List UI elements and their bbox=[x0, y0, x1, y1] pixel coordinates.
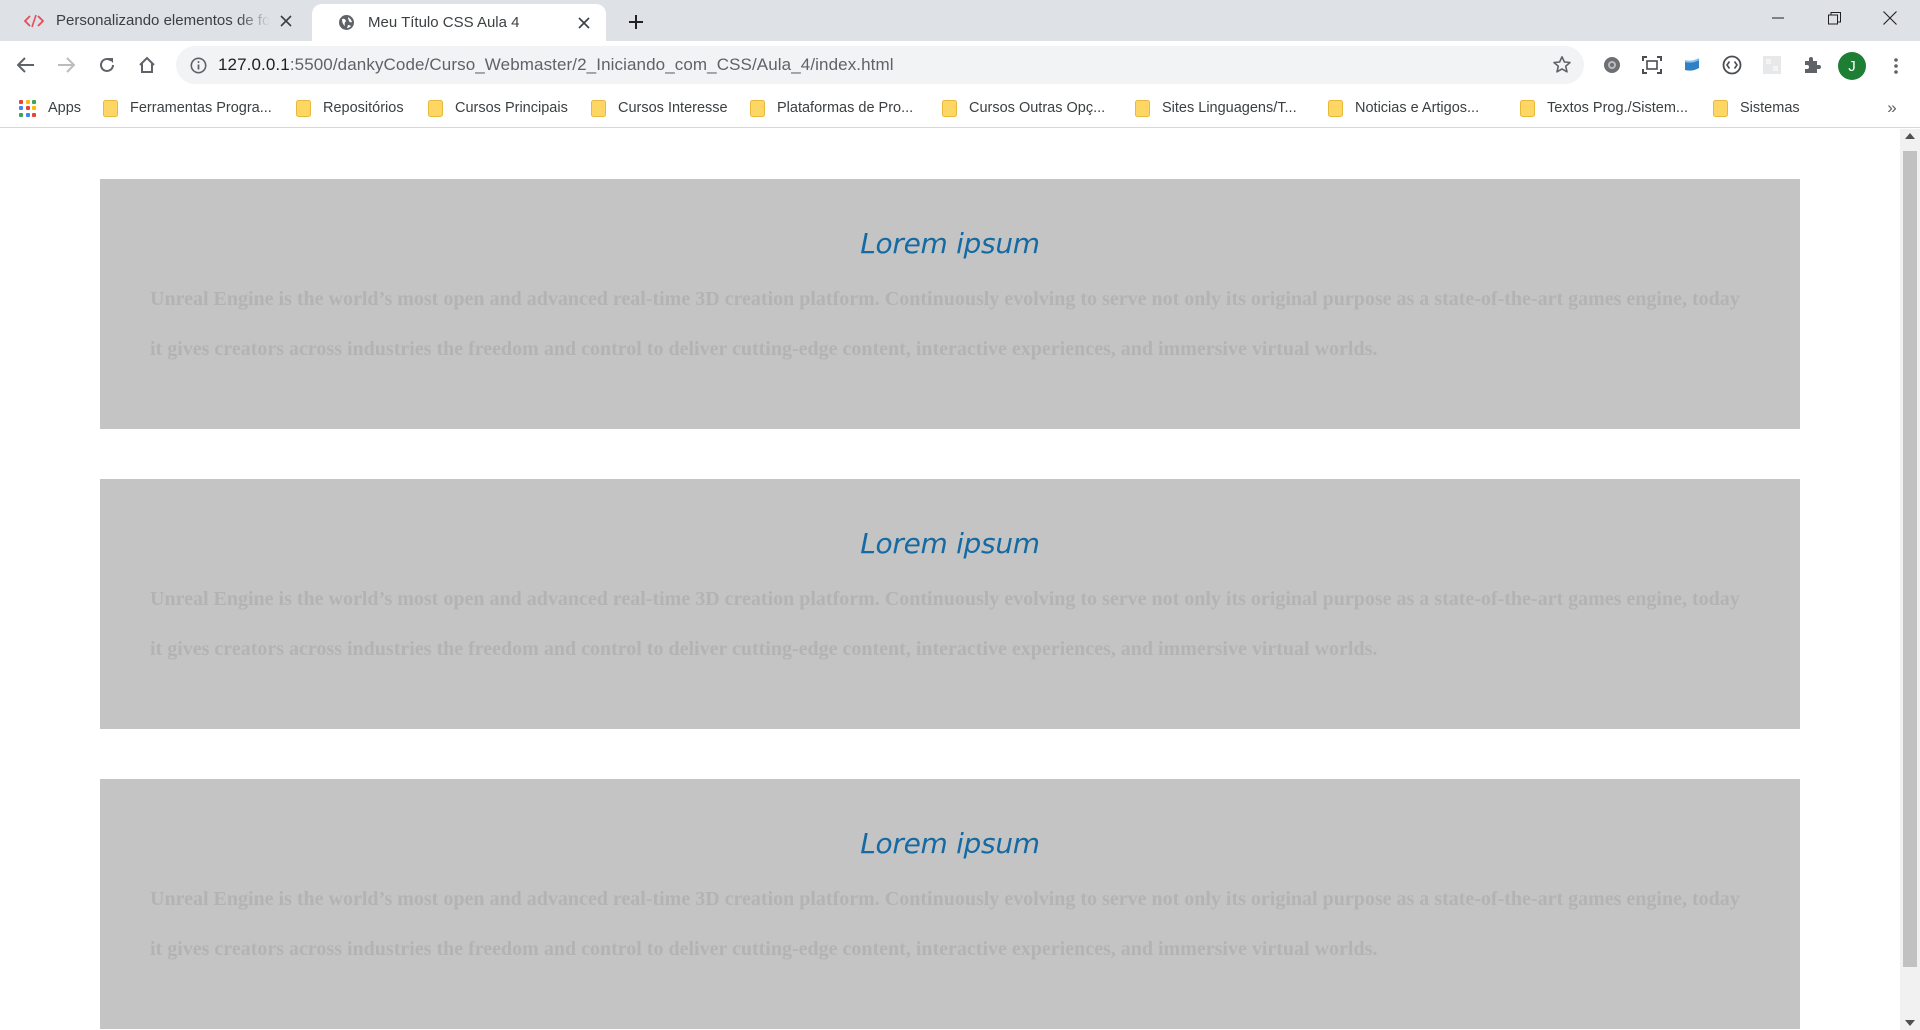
blank-extension-icon[interactable] bbox=[1760, 53, 1784, 77]
bookmark-label: Plataformas de Pro... bbox=[777, 100, 914, 116]
kebab-menu-icon bbox=[1894, 58, 1898, 74]
minimize-icon bbox=[1772, 17, 1784, 19]
browser-toolbar: 127.0.0.1:5500/dankyCode/Curso_Webmaster… bbox=[0, 41, 1920, 88]
folder-icon bbox=[750, 99, 765, 117]
bookmark-apps[interactable]: Apps bbox=[19, 96, 81, 120]
profile-avatar[interactable]: J bbox=[1838, 52, 1866, 80]
apps-grid-icon bbox=[19, 99, 36, 117]
code-icon bbox=[24, 11, 44, 31]
tab-meu-titulo[interactable]: Meu Título CSS Aula 4 bbox=[312, 4, 606, 41]
bookmark-folder[interactable]: Sistemas bbox=[1713, 96, 1800, 120]
bookmark-label: Ferramentas Progra... bbox=[130, 100, 272, 116]
bookmark-folder[interactable]: Plataformas de Pro... bbox=[750, 96, 913, 120]
content-section: Lorem ipsum Unreal Engine is the world’s… bbox=[100, 179, 1800, 429]
bookmark-folder[interactable]: Cursos Interesse bbox=[591, 96, 728, 120]
folder-icon bbox=[103, 99, 118, 117]
url-path: :5500/dankyCode/Curso_Webmaster/2_Inicia… bbox=[289, 55, 894, 74]
section-paragraph: Unreal Engine is the world’s most open a… bbox=[150, 288, 1740, 360]
arrow-left-icon bbox=[17, 57, 34, 73]
bookmark-folder[interactable]: Cursos Principais bbox=[428, 96, 568, 120]
menu-button[interactable] bbox=[1882, 52, 1910, 80]
reload-button[interactable] bbox=[91, 49, 123, 81]
folder-icon bbox=[591, 99, 606, 117]
minimize-button[interactable] bbox=[1750, 0, 1806, 36]
bookmark-label: Noticias e Artigos... bbox=[1355, 100, 1480, 116]
bookmark-label: Apps bbox=[48, 100, 82, 116]
section-paragraph: Unreal Engine is the world’s most open a… bbox=[150, 888, 1740, 960]
address-bar[interactable]: 127.0.0.1:5500/dankyCode/Curso_Webmaster… bbox=[176, 46, 1584, 84]
code-extension-icon[interactable] bbox=[1720, 53, 1744, 77]
bookmark-folder[interactable]: Ferramentas Progra... bbox=[103, 96, 272, 120]
bookmark-label: Cursos Principais bbox=[455, 100, 568, 116]
bookmark-label: Cursos Outras Opç... bbox=[969, 100, 1106, 116]
tab-personalizando[interactable]: Personalizando elementos de for bbox=[0, 0, 308, 41]
browser-extension-icon[interactable] bbox=[1680, 53, 1704, 77]
home-icon bbox=[139, 56, 155, 73]
url-text: 127.0.0.1:5500/dankyCode/Curso_Webmaster… bbox=[218, 55, 894, 75]
url-host: 127.0.0.1 bbox=[218, 55, 290, 74]
bookmark-folder[interactable]: Cursos Outras Opç... bbox=[942, 96, 1105, 120]
bookmarks-bar: Apps Ferramentas Progra... Repositórios … bbox=[0, 88, 1920, 128]
page-viewport: Lorem ipsum Unreal Engine is the world’s… bbox=[0, 129, 1920, 1030]
scroll-up-arrow-icon[interactable] bbox=[1905, 133, 1915, 139]
restore-icon bbox=[1827, 11, 1841, 24]
bookmark-star-icon[interactable] bbox=[1552, 55, 1572, 75]
reload-icon bbox=[100, 57, 114, 72]
bookmark-folder[interactable]: Noticias e Artigos... bbox=[1328, 96, 1479, 120]
tab-title: Meu Título CSS Aula 4 bbox=[368, 14, 520, 31]
settings-extension-icon[interactable] bbox=[1600, 53, 1624, 77]
forward-button[interactable] bbox=[50, 49, 82, 81]
content-section: Lorem ipsum Unreal Engine is the world’s… bbox=[100, 479, 1800, 729]
folder-icon bbox=[1713, 99, 1728, 117]
section-heading: Lorem ipsum bbox=[860, 827, 1040, 860]
folder-icon bbox=[1135, 99, 1150, 117]
home-button[interactable] bbox=[131, 49, 163, 81]
screenshot-extension-icon[interactable] bbox=[1640, 53, 1664, 77]
puzzle-icon[interactable] bbox=[1800, 53, 1824, 77]
folder-icon bbox=[942, 99, 957, 117]
globe-icon bbox=[336, 13, 356, 33]
tab-strip: Personalizando elementos de for Meu Títu… bbox=[0, 0, 1920, 41]
plus-icon bbox=[629, 15, 643, 29]
section-heading: Lorem ipsum bbox=[860, 227, 1040, 260]
folder-icon bbox=[428, 99, 443, 117]
bookmark-folder[interactable]: Sites Linguagens/T... bbox=[1135, 96, 1297, 120]
bookmark-folder[interactable]: Textos Prog./Sistem... bbox=[1520, 96, 1688, 120]
close-icon[interactable] bbox=[276, 11, 296, 31]
bookmarks-overflow-button[interactable]: » bbox=[1880, 96, 1904, 120]
section-heading: Lorem ipsum bbox=[860, 527, 1040, 560]
content-section: Lorem ipsum Unreal Engine is the world’s… bbox=[100, 779, 1800, 1029]
bookmark-label: Sites Linguagens/T... bbox=[1162, 100, 1297, 116]
bookmark-folder[interactable]: Repositórios bbox=[296, 96, 404, 120]
info-icon[interactable] bbox=[188, 55, 208, 75]
bookmark-label: Cursos Interesse bbox=[618, 100, 728, 116]
bookmark-label: Textos Prog./Sistem... bbox=[1547, 100, 1689, 116]
folder-icon bbox=[296, 99, 311, 117]
close-icon bbox=[1883, 11, 1897, 25]
close-window-button[interactable] bbox=[1862, 0, 1918, 36]
tab-title: Personalizando elementos de for bbox=[56, 12, 270, 29]
restore-button[interactable] bbox=[1806, 0, 1862, 36]
section-paragraph: Unreal Engine is the world’s most open a… bbox=[150, 588, 1740, 660]
bookmark-label: Repositórios bbox=[323, 100, 404, 116]
back-button[interactable] bbox=[10, 49, 42, 81]
scroll-down-arrow-icon[interactable] bbox=[1905, 1020, 1915, 1026]
scrollbar-thumb[interactable] bbox=[1903, 151, 1917, 967]
folder-icon bbox=[1520, 99, 1535, 117]
folder-icon bbox=[1328, 99, 1343, 117]
arrow-right-icon bbox=[58, 57, 75, 73]
bookmark-label: Sistemas bbox=[1740, 100, 1800, 116]
close-icon[interactable] bbox=[574, 13, 594, 33]
new-tab-button[interactable] bbox=[622, 8, 650, 36]
vertical-scrollbar[interactable] bbox=[1900, 129, 1920, 1030]
